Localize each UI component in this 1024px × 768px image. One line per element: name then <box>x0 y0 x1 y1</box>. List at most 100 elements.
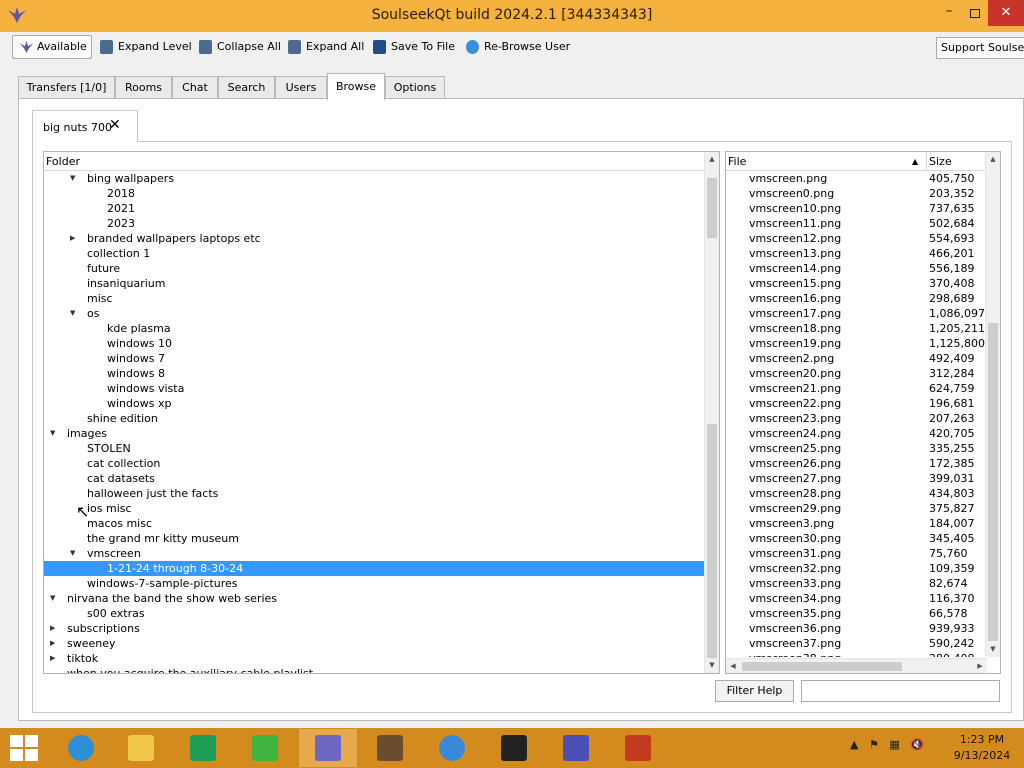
scroll-right-arrow-icon[interactable]: ▶ <box>973 659 987 673</box>
file-row[interactable]: vmscreen14.png 556,189 <box>726 261 987 276</box>
collapse-arrow-icon[interactable]: ▼ <box>50 426 55 441</box>
file-row[interactable]: vmscreen36.png 939,933 <box>726 621 987 636</box>
tree-row[interactable]: ▼ images <box>44 426 706 441</box>
maximize-button[interactable] <box>962 0 988 26</box>
file-row[interactable]: vmscreen29.png 375,827 <box>726 501 987 516</box>
file-row[interactable]: vmscreen24.png 420,705 <box>726 426 987 441</box>
tree-row[interactable]: 2018 <box>44 186 706 201</box>
close-button[interactable]: ✕ <box>988 0 1024 26</box>
file-row[interactable]: vmscreen35.png 66,578 <box>726 606 987 621</box>
collapse-arrow-icon[interactable]: ▼ <box>70 171 75 186</box>
file-row[interactable]: vmscreen37.png 590,242 <box>726 636 987 651</box>
file-row[interactable]: vmscreen3.png 184,007 <box>726 516 987 531</box>
file-row[interactable]: vmscreen17.png 1,086,097 <box>726 306 987 321</box>
available-status-button[interactable]: Available <box>12 35 92 59</box>
expand-arrow-icon[interactable]: ▶ <box>70 231 75 246</box>
file-row[interactable]: vmscreen25.png 335,255 <box>726 441 987 456</box>
horizontal-scrollbar-thumb[interactable] <box>742 662 902 671</box>
file-row[interactable]: vmscreen21.png 624,759 <box>726 381 987 396</box>
close-tab-icon[interactable]: ✕ <box>109 117 121 133</box>
tab-browse[interactable]: Browse <box>327 73 385 100</box>
tree-row[interactable]: insaniquarium <box>44 276 706 291</box>
taskbar-clock[interactable]: 1:23 PM 9/13/2024 <box>950 732 1014 764</box>
tree-row[interactable]: ios misc <box>44 501 706 516</box>
tree-row[interactable]: macos misc <box>44 516 706 531</box>
file-explorer-icon[interactable] <box>112 729 170 767</box>
file-row[interactable]: vmscreen19.png 1,125,800 <box>726 336 987 351</box>
file-row[interactable]: vmscreen18.png 1,205,211 <box>726 321 987 336</box>
file-list-scrollbar[interactable]: ▲ ▼ <box>985 152 1000 657</box>
save-to-file-button[interactable]: Save To File <box>373 36 455 58</box>
tree-row[interactable]: 2023 <box>44 216 706 231</box>
file-row[interactable]: vmscreen15.png 370,408 <box>726 276 987 291</box>
tree-row[interactable]: ▼ os <box>44 306 706 321</box>
size-column-header[interactable]: Size <box>926 152 952 171</box>
collapse-arrow-icon[interactable]: ▼ <box>70 546 75 561</box>
folder-column-header[interactable]: Folder <box>44 152 706 171</box>
file-row[interactable]: vmscreen0.png 203,352 <box>726 186 987 201</box>
scroll-left-arrow-icon[interactable]: ◀ <box>726 659 740 673</box>
tree-row[interactable]: windows xp <box>44 396 706 411</box>
file-row[interactable]: vmscreen30.png 345,405 <box>726 531 987 546</box>
tree-row[interactable]: ▶ branded wallpapers laptops etc <box>44 231 706 246</box>
tree-row[interactable]: cat collection <box>44 456 706 471</box>
expand-all-button[interactable]: Expand All <box>288 36 364 58</box>
expand-level-button[interactable]: Expand Level <box>100 36 192 58</box>
file-row[interactable]: vmscreen16.png 298,689 <box>726 291 987 306</box>
file-column-header[interactable]: File <box>728 152 746 171</box>
expand-arrow-icon[interactable]: ▶ <box>50 636 55 651</box>
file-row[interactable]: vmscreen12.png 554,693 <box>726 231 987 246</box>
file-row[interactable]: vmscreen20.png 312,284 <box>726 366 987 381</box>
collapse-all-button[interactable]: Collapse All <box>199 36 281 58</box>
tab-rooms[interactable]: Rooms <box>115 76 172 99</box>
file-row[interactable]: vmscreen34.png 116,370 <box>726 591 987 606</box>
7zip-icon[interactable] <box>485 729 543 767</box>
settings-gear-icon[interactable] <box>547 729 605 767</box>
tab-search[interactable]: Search <box>218 76 275 99</box>
volume-muted-icon[interactable]: 🔇 <box>910 738 924 751</box>
file-row[interactable]: vmscreen.png 405,750 <box>726 171 987 186</box>
windows-start-button[interactable] <box>10 735 38 761</box>
tree-row[interactable]: windows-7-sample-pictures <box>44 576 706 591</box>
store-icon[interactable] <box>174 729 232 767</box>
tree-row[interactable]: collection 1 <box>44 246 706 261</box>
rebrowse-user-button[interactable]: Re-Browse User <box>466 36 570 58</box>
scroll-down-arrow-icon[interactable]: ▼ <box>986 642 1000 657</box>
file-row[interactable]: vmscreen33.png 82,674 <box>726 576 987 591</box>
tree-row[interactable]: shine edition <box>44 411 706 426</box>
tree-row[interactable]: when you acquire the auxiliary cable pla… <box>44 666 706 673</box>
filter-input[interactable] <box>801 680 1000 702</box>
scrollbar-thumb[interactable] <box>988 323 998 641</box>
file-row[interactable]: vmscreen28.png 434,803 <box>726 486 987 501</box>
user-app-icon[interactable] <box>361 729 419 767</box>
tree-row[interactable]: windows vista <box>44 381 706 396</box>
tree-row[interactable]: 1-21-24 through 8-30-24 <box>44 561 706 576</box>
collapse-arrow-icon[interactable]: ▼ <box>70 306 75 321</box>
tree-row[interactable]: windows 7 <box>44 351 706 366</box>
tab-chat[interactable]: Chat <box>172 76 218 99</box>
file-row[interactable]: vmscreen32.png 109,359 <box>726 561 987 576</box>
tree-row[interactable]: windows 8 <box>44 366 706 381</box>
file-row[interactable]: vmscreen27.png 399,031 <box>726 471 987 486</box>
tree-row[interactable]: the grand mr kitty museum <box>44 531 706 546</box>
folder-tree-scrollbar[interactable]: ▲ ▼ <box>704 152 719 673</box>
scroll-up-arrow-icon[interactable]: ▲ <box>986 152 1000 167</box>
user-browse-tab[interactable]: big nuts 700 ✕ <box>32 110 138 142</box>
tree-row[interactable]: s00 extras <box>44 606 706 621</box>
file-row[interactable]: vmscreen26.png 172,385 <box>726 456 987 471</box>
internet-explorer-icon[interactable] <box>52 729 110 767</box>
tree-row[interactable]: halloween just the facts <box>44 486 706 501</box>
file-row[interactable]: vmscreen23.png 207,263 <box>726 411 987 426</box>
file-row[interactable]: vmscreen22.png 196,681 <box>726 396 987 411</box>
chrome-icon[interactable] <box>423 729 481 767</box>
tab-options[interactable]: Options <box>385 76 445 99</box>
tab-transfers[interactable]: Transfers [1/0] <box>18 76 115 99</box>
network-icon[interactable]: ▦ <box>889 738 899 751</box>
support-soulseek-button[interactable]: Support Soulseek <box>936 37 1024 59</box>
file-row[interactable]: vmscreen11.png 502,684 <box>726 216 987 231</box>
tab-users[interactable]: Users <box>275 76 327 99</box>
scrollbar-thumb[interactable] <box>707 178 717 238</box>
file-row[interactable]: vmscreen13.png 466,201 <box>726 246 987 261</box>
tree-row[interactable]: windows 10 <box>44 336 706 351</box>
tree-row[interactable]: future <box>44 261 706 276</box>
